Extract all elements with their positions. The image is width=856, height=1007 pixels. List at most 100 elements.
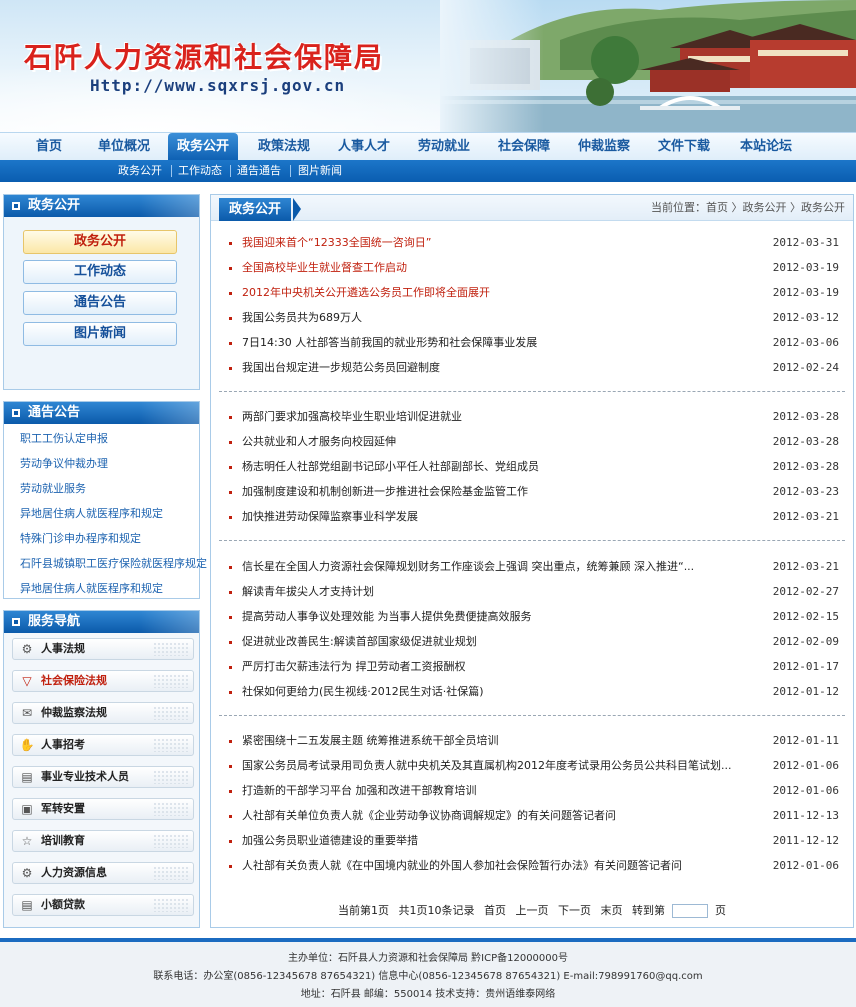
breadcrumb: 当前位置：首页 〉政务公开 〉政务公开 (651, 195, 845, 221)
news-title-link[interactable]: 促进就业改善民生:解读首部国家级促进就业规划 (242, 632, 762, 652)
news-date: 2012-03-12 (772, 311, 839, 324)
news-title-link[interactable]: 2012年中央机关公开遴选公务员工作即将全面展开 (242, 283, 762, 303)
news-title-link[interactable]: 人社部有关单位负责人就《企业劳动争议协商调解规定》的有关问题答记者问 (242, 806, 762, 826)
nav-item-downloads[interactable]: 文件下载 (648, 133, 720, 161)
pager-last-link[interactable]: 末页 (601, 904, 623, 917)
header-scenery-image (440, 0, 856, 132)
service-item-micro-loans[interactable]: ▤ 小额贷款 (12, 894, 194, 916)
subnav-item-gov-affairs[interactable]: 政务公开 (118, 160, 162, 182)
service-item-arbitration-regulations[interactable]: ✉ 仲裁监察法规 (12, 702, 194, 724)
news-title-link[interactable]: 打造新的干部学习平台 加强和改进干部教育培训 (242, 781, 762, 801)
news-title-link[interactable]: 公共就业和人才服务向校园延伸 (242, 432, 762, 452)
news-row: 社保如何更给力(民生视线·2012民生对话·社保篇) 2012-01-12 (227, 682, 839, 702)
news-row: 提高劳动人事争议处理效能 为当事人提供免费便捷高效服务 2012-02-15 (227, 607, 839, 627)
section-tab: 政务公开 (219, 198, 292, 221)
breadcrumb-link[interactable]: 首页 (706, 201, 728, 214)
breadcrumb-link[interactable]: 政务公开 (801, 201, 845, 214)
news-title-link[interactable]: 紧密围绕十二五发展主题 统筹推进系统干部全员培训 (242, 731, 762, 751)
nav-item-arbitration[interactable]: 仲裁监察 (568, 133, 640, 161)
news-title-link[interactable]: 加强制度建设和机制创新进一步推进社会保险基金监管工作 (242, 482, 762, 502)
news-title-link[interactable]: 社保如何更给力(民生视线·2012民生对话·社保篇) (242, 682, 762, 702)
service-item-training[interactable]: ☆ 培训教育 (12, 830, 194, 852)
notice-link[interactable]: 劳动就业服务 (20, 480, 86, 496)
nav-item-employment[interactable]: 劳动就业 (408, 133, 480, 161)
news-title-link[interactable]: 加快推进劳动保障监察事业科学发展 (242, 507, 762, 527)
news-title-link[interactable]: 两部门要求加强高校毕业生职业培训促进就业 (242, 407, 762, 427)
chat-icon: ✉ (21, 706, 33, 720)
pager-prev-link[interactable]: 上一页 (516, 904, 549, 917)
pager-first-link[interactable]: 首页 (484, 904, 506, 917)
service-item-personnel-regulations[interactable]: ⚙ 人事法规 (12, 638, 194, 660)
news-row: 杨志明任人社部党组副书记邱小平任人社部副部长、党组成员 2012-03-28 (227, 457, 839, 477)
notice-link[interactable]: 职工工伤认定申报 (20, 430, 108, 446)
notice-link[interactable]: 石阡县城镇职工医疗保险就医程序规定 (20, 555, 207, 571)
bullet-icon (229, 790, 232, 793)
notice-link[interactable]: 特殊门诊申办程序和规定 (20, 530, 141, 546)
site-url[interactable]: Http://www.sqxrsj.gov.cn (90, 76, 345, 95)
nav-item-social-security[interactable]: 社会保障 (488, 133, 560, 161)
notice-link[interactable]: 异地居住病人就医程序和规定 (20, 505, 163, 521)
notice-link[interactable]: 劳动争议仲裁办理 (20, 455, 108, 471)
notice-link[interactable]: 异地居住病人就医程序和规定 (20, 580, 163, 596)
service-item-hr-info[interactable]: ⚙ 人力资源信息 (12, 862, 194, 884)
service-item-recruitment[interactable]: ✋ 人事招考 (12, 734, 194, 756)
nav-item-home[interactable]: 首页 (20, 133, 78, 161)
breadcrumb-link[interactable]: 政务公开 (743, 201, 787, 214)
main-nav: 首页 单位概况 政务公开 政策法规 人事人才 劳动就业 社会保障 仲裁监察 文件… (0, 132, 856, 161)
news-row: 我国迎来首个“12333全国统一咨询日” 2012-03-31 (227, 233, 839, 253)
news-date: 2012-01-06 (772, 759, 839, 772)
news-title-link[interactable]: 严厉打击欠薪违法行为 捍卫劳动者工资报酬权 (242, 657, 762, 677)
news-title-link[interactable]: 国家公务员局考试录用司负责人就中央机关及其直属机构2012年度考试录用公务员公共… (242, 756, 762, 776)
news-title-link[interactable]: 7日14:30 人社部答当前我国的就业形势和社会保障事业发展 (242, 333, 762, 353)
side-button-gov-affairs[interactable]: 政务公开 (23, 230, 177, 254)
subnav-item-work-news[interactable]: 工作动态 (178, 160, 222, 182)
bullet-icon (229, 441, 232, 444)
service-item-military-resettlement[interactable]: ▣ 军转安置 (12, 798, 194, 820)
subnav-item-notices[interactable]: 通告通告 (237, 160, 281, 182)
nav-item-about[interactable]: 单位概况 (88, 133, 160, 161)
gov-affairs-box: 政务公开 政务公开 工作动态 通告公告 图片新闻 (3, 194, 200, 390)
news-title-link[interactable]: 人社部有关负责人就《在中国境内就业的外国人参加社会保险暂行办法》有关问题答记者问 (242, 856, 762, 876)
pager-next-link[interactable]: 下一页 (558, 904, 591, 917)
side-button-photo-news[interactable]: 图片新闻 (23, 322, 177, 346)
news-row: 7日14:30 人社部答当前我国的就业形势和社会保障事业发展 2012-03-06 (227, 333, 839, 353)
side-button-work-news[interactable]: 工作动态 (23, 260, 177, 284)
news-title-link[interactable]: 我国公务员共为689万人 (242, 308, 762, 328)
footer-contact-line: 联系电话：办公室(0856-12345678 87654321) 信息中心(08… (153, 971, 703, 982)
news-title-link[interactable]: 我国出台规定进一步规范公务员回避制度 (242, 358, 762, 378)
news-date: 2012-03-28 (772, 435, 839, 448)
news-date: 2012-03-06 (772, 336, 839, 349)
service-item-insurance-regulations[interactable]: ▽ 社会保险法规 (12, 670, 194, 692)
news-title-link[interactable]: 全国高校毕业生就业督查工作启动 (242, 258, 762, 278)
bullet-icon (229, 691, 232, 694)
side-button-notices[interactable]: 通告公告 (23, 291, 177, 315)
square-bullet-icon (12, 618, 20, 626)
news-date: 2012-01-12 (772, 685, 839, 698)
sub-nav: 政务公开 工作动态 通告通告 图片新闻 (0, 160, 856, 182)
subnav-separator (290, 165, 291, 177)
nav-item-forum[interactable]: 本站论坛 (728, 133, 804, 161)
nav-item-personnel[interactable]: 人事人才 (328, 133, 400, 161)
news-row: 加快推进劳动保障监察事业科学发展 2012-03-21 (227, 507, 839, 527)
news-row: 严厉打击欠薪违法行为 捍卫劳动者工资报酬权 2012-01-17 (227, 657, 839, 677)
news-title-link[interactable]: 信长星在全国人力资源社会保障规划财务工作座谈会上强调 突出重点，统筹兼顾 深入推… (242, 557, 762, 577)
page-number-input[interactable] (672, 904, 708, 918)
news-row: 我国公务员共为689万人 2012-03-12 (227, 308, 839, 328)
main-content-panel: 政务公开 当前位置：首页 〉政务公开 〉政务公开 我国迎来首个“12333全国统… (210, 194, 854, 928)
subnav-item-photo-news[interactable]: 图片新闻 (298, 160, 342, 182)
news-row: 两部门要求加强高校毕业生职业培训促进就业 2012-03-28 (227, 407, 839, 427)
news-title-link[interactable]: 加强公务员职业道德建设的重要举措 (242, 831, 762, 851)
news-title-link[interactable]: 我国迎来首个“12333全国统一咨询日” (242, 233, 762, 253)
nav-item-policy[interactable]: 政策法规 (248, 133, 320, 161)
news-title-link[interactable]: 提高劳动人事争议处理效能 为当事人提供免费便捷高效服务 (242, 607, 762, 627)
bullet-icon (229, 865, 232, 868)
gear-icon: ⚙ (21, 642, 33, 656)
news-row: 人社部有关负责人就《在中国境内就业的外国人参加社会保险暂行办法》有关问题答记者问… (227, 856, 839, 876)
news-date: 2012-01-06 (772, 859, 839, 872)
service-item-technical-staff[interactable]: ▤ 事业专业技术人员 (12, 766, 194, 788)
news-title-link[interactable]: 杨志明任人社部党组副书记邱小平任人社部副部长、党组成员 (242, 457, 762, 477)
nav-item-gov-affairs[interactable]: 政务公开 (168, 133, 238, 161)
service-item-label: 事业专业技术人员 (41, 770, 129, 783)
pager: 当前第1页 共1页10条记录 首页 上一页 下一页 末页 转到第 页 (211, 901, 853, 921)
news-title-link[interactable]: 解读青年拔尖人才支持计划 (242, 582, 762, 602)
